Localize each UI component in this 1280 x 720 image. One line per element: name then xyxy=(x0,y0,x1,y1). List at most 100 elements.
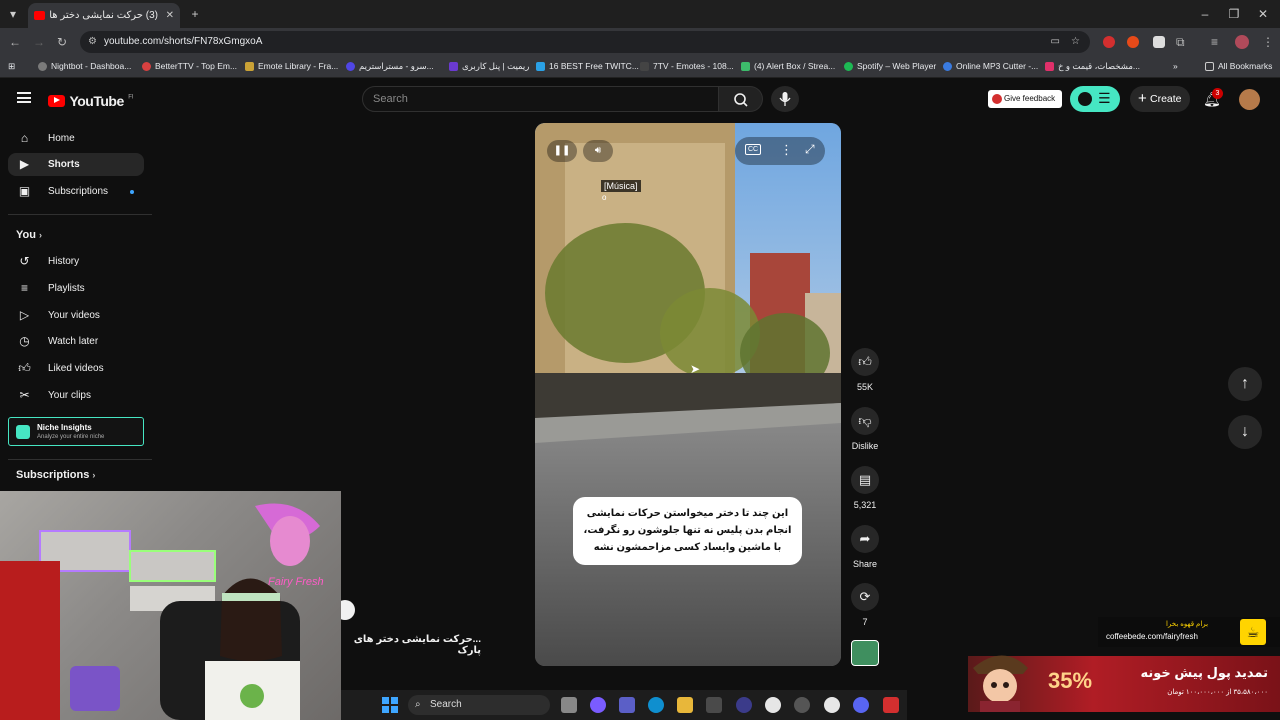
browser-menu-icon[interactable]: ⋮ xyxy=(1262,35,1274,49)
extension-icon[interactable] xyxy=(1103,36,1115,48)
arrow-up-icon: ↑ xyxy=(1241,375,1249,392)
bookmark-label: Emote Library - Fra... xyxy=(258,61,339,71)
bookmark-item[interactable]: 16 BEST Free TWITC... xyxy=(536,61,639,71)
niche-extension-button[interactable]: ☰ xyxy=(1070,86,1120,112)
extension-logo-icon xyxy=(1078,92,1092,106)
bookmarks-overflow-icon[interactable]: » xyxy=(1173,61,1178,71)
voice-search-button[interactable] xyxy=(771,86,799,112)
like-button[interactable]: 👍︎ 55K xyxy=(848,348,882,392)
sidebar-item-shorts[interactable]: ▶ Shorts xyxy=(8,153,144,176)
file-explorer-icon[interactable] xyxy=(677,697,693,713)
sound-thumbnail[interactable] xyxy=(851,640,879,666)
windows-start-icon[interactable] xyxy=(382,697,398,713)
sidebar-subscriptions-heading[interactable]: Subscriptions › xyxy=(16,469,95,481)
extension-icon[interactable] xyxy=(1153,36,1165,48)
sidebar-item-home[interactable]: ⌂ Home xyxy=(8,127,144,150)
site-info-icon[interactable]: ⚙ xyxy=(88,31,97,53)
previous-short-button[interactable]: ↑ xyxy=(1228,367,1262,401)
window-close-icon[interactable]: ✕ xyxy=(1254,5,1272,23)
extension-icon[interactable] xyxy=(1127,36,1139,48)
thumbs-up-icon: 👍︎ xyxy=(851,348,879,376)
niche-insights-button[interactable]: Niche Insights Analyze your entire niche xyxy=(8,417,144,446)
bookmark-item[interactable]: Emote Library - Fra... xyxy=(245,61,338,71)
browser-tab-active[interactable]: (3) حرکت نمایشی دختر های پا ✕ xyxy=(28,3,180,28)
bookmark-item[interactable]: ...سرو - مستراستریم xyxy=(346,61,434,72)
sidebar-item-your-videos[interactable]: ▷ Your videos xyxy=(8,304,144,327)
search-input[interactable]: Search xyxy=(362,86,719,112)
taskbar-search[interactable]: ⌕ Search xyxy=(408,695,550,715)
youtube-favicon-icon xyxy=(34,11,45,20)
clips-icon: ✂ xyxy=(19,388,30,402)
all-bookmarks[interactable]: All Bookmarks xyxy=(1205,61,1272,71)
youtube-logo[interactable]: YouTube FI xyxy=(48,92,134,110)
settings-gear-icon[interactable] xyxy=(794,697,810,713)
extensions-puzzle-icon[interactable]: ⧉ xyxy=(1176,35,1185,50)
new-tab-icon[interactable]: + xyxy=(186,5,204,23)
bookmark-star-icon[interactable]: ☆ xyxy=(1071,31,1080,53)
fullscreen-icon[interactable]: ⤢ xyxy=(805,142,815,157)
captions-button[interactable]: CC xyxy=(745,144,762,155)
account-avatar[interactable] xyxy=(1239,89,1260,110)
comments-button[interactable]: ▤ 5,321 xyxy=(848,466,882,510)
tab-close-icon[interactable]: ✕ xyxy=(166,3,174,28)
back-icon[interactable]: ← xyxy=(9,35,21,49)
sidebar-item-watch-later[interactable]: ◷ Watch later xyxy=(8,330,144,353)
webcam-scene xyxy=(0,503,320,720)
bookmark-item[interactable]: Online MP3 Cutter -... xyxy=(943,61,1038,71)
bookmark-item[interactable]: Nightbot - Dashboa... xyxy=(38,61,131,71)
arrow-down-icon: ↓ xyxy=(1241,423,1249,440)
profile-avatar[interactable] xyxy=(1235,35,1249,49)
create-button[interactable]: Create xyxy=(1130,86,1190,112)
chrome-icon[interactable] xyxy=(765,697,781,713)
cast-icon[interactable]: ▭ xyxy=(1051,31,1060,53)
give-feedback-button[interactable]: Give feedback xyxy=(988,90,1062,108)
apps-grid-icon[interactable]: ⊞ xyxy=(8,61,15,72)
sidebar-item-label: Your clips xyxy=(48,390,91,401)
dislike-button[interactable]: 👎︎ Dislike xyxy=(848,407,882,451)
pause-button[interactable]: ❚❚ xyxy=(547,140,577,162)
reading-list-icon[interactable]: ≡ xyxy=(1211,35,1218,49)
minimize-icon[interactable]: – xyxy=(1196,5,1214,23)
sidebar-you-heading[interactable]: You › xyxy=(16,229,42,241)
sidebar-item-liked-videos[interactable]: 👍︎ Liked videos xyxy=(8,357,144,380)
sidebar-item-your-clips[interactable]: ✂ Your clips xyxy=(8,384,144,407)
sidebar-item-subscriptions[interactable]: ▣ Subscriptions xyxy=(8,180,144,203)
address-bar[interactable]: ⚙ youtube.com/shorts/FN78xGmgxoA ▭ ☆ xyxy=(80,31,1090,53)
url-text: youtube.com/shorts/FN78xGmgxoA xyxy=(104,36,263,47)
forward-icon[interactable]: → xyxy=(33,35,45,49)
chrome-active-icon[interactable] xyxy=(824,697,840,713)
bookmark-item[interactable]: ...مشخصات، قیمت و خ xyxy=(1045,61,1140,72)
share-button[interactable]: ➦ Share xyxy=(848,525,882,569)
share-label: Share xyxy=(852,559,878,569)
bookmark-item[interactable]: 7TV - Emotes - 108... xyxy=(640,61,734,71)
remix-button[interactable]: ⟳ 7 xyxy=(848,583,882,627)
bookmark-item[interactable]: (4) Alert Box / Strea... xyxy=(741,61,835,71)
chevron-right-icon: › xyxy=(39,230,43,240)
copilot-icon[interactable] xyxy=(590,697,606,713)
bookmark-label: 16 BEST Free TWITC... xyxy=(549,61,639,71)
search-button[interactable] xyxy=(719,86,763,112)
teams-icon[interactable] xyxy=(619,697,635,713)
edge-icon[interactable] xyxy=(648,697,664,713)
bookmark-item[interactable]: BetterTTV - Top Em... xyxy=(142,61,237,71)
restore-icon[interactable]: ❐ xyxy=(1225,5,1243,23)
next-short-button[interactable]: ↓ xyxy=(1228,415,1262,449)
more-options-icon[interactable]: ⋮ xyxy=(780,142,793,158)
discord-icon[interactable] xyxy=(853,697,869,713)
taskbar-search-label: Search xyxy=(430,699,462,710)
short-side-title[interactable]: ...حرکت نمایشی دختر های پارک xyxy=(341,634,481,656)
bookmark-item[interactable]: Spotify – Web Player xyxy=(844,61,936,71)
short-video-player[interactable]: ❚❚ 🔊︎ CC ⋮ ⤢ xyxy=(535,123,841,666)
store-icon[interactable] xyxy=(706,697,722,713)
microphone-icon xyxy=(779,92,791,106)
tab-search-icon[interactable]: ▾ xyxy=(4,5,22,23)
volume-button[interactable]: 🔊︎ xyxy=(583,140,613,162)
bookmark-item[interactable]: ریمیت | پنل کاربری xyxy=(449,61,529,72)
sidebar-item-playlists[interactable]: ≡ Playlists xyxy=(8,277,144,300)
app-red-icon[interactable] xyxy=(883,697,899,713)
app-icon[interactable] xyxy=(736,697,752,713)
reload-icon[interactable]: ↻ xyxy=(57,35,67,49)
sidebar-item-history[interactable]: ↺ History xyxy=(8,250,144,273)
hamburger-menu-icon[interactable] xyxy=(17,92,31,103)
task-view-icon[interactable] xyxy=(561,697,577,713)
